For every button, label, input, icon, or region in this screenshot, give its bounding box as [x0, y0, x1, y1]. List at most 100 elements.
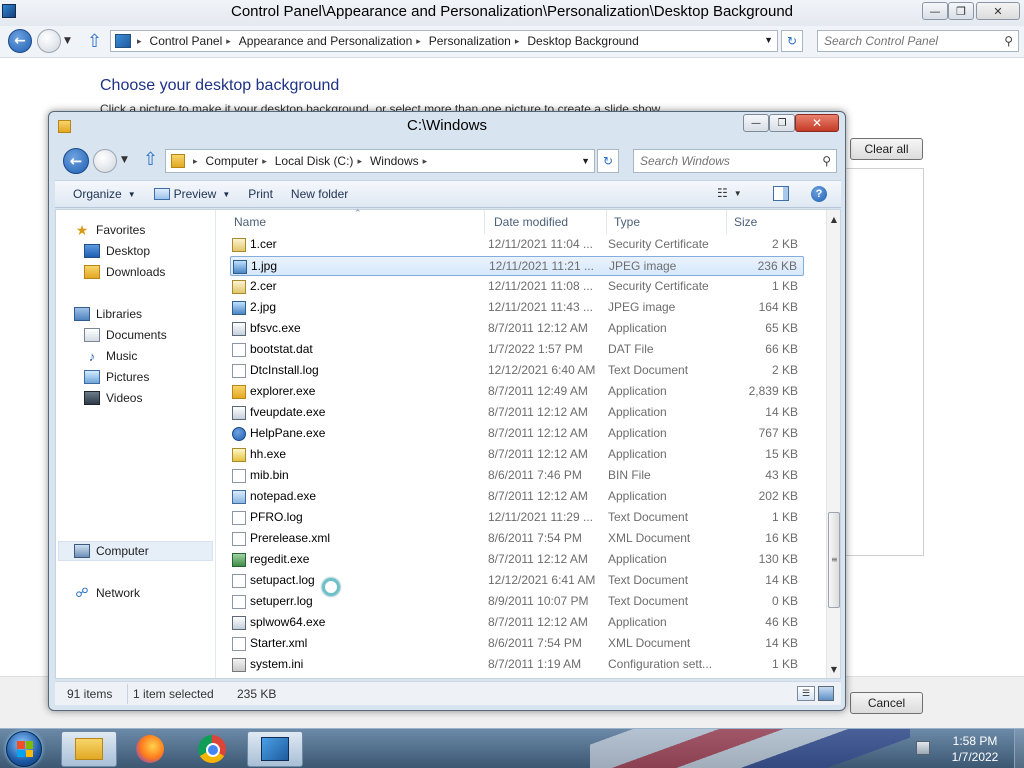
forward-button[interactable]	[93, 149, 117, 173]
show-desktop-button[interactable]	[1014, 729, 1024, 768]
minimize-button[interactable]: —	[922, 2, 948, 20]
taskbar-control-panel[interactable]	[247, 731, 303, 767]
breadcrumb-separator-icon[interactable]: ▸	[423, 156, 428, 167]
breadcrumb-separator-icon[interactable]: ▸	[262, 156, 267, 167]
breadcrumb-windows[interactable]: Windows	[370, 154, 419, 168]
file-row[interactable]: system.ini 8/7/2011 1:19 AM Configuration …	[230, 655, 804, 675]
address-bar[interactable]: ▸ Control Panel ▸ Appearance and Persona…	[110, 30, 778, 52]
nav-network[interactable]: ☍ Network	[74, 584, 140, 602]
column-divider[interactable]	[606, 210, 607, 234]
column-size[interactable]: Size	[734, 215, 757, 229]
breadcrumb-separator-icon[interactable]: ▸	[193, 156, 198, 167]
large-icons-view-icon[interactable]	[818, 686, 834, 701]
file-row[interactable]: Starter.xml 8/6/2011 7:54 PM XML Document 1…	[230, 634, 804, 654]
nav-music[interactable]: ♪ Music	[84, 347, 138, 365]
taskbar-windows-explorer[interactable]	[61, 731, 117, 767]
organize-button[interactable]: Organize ▼	[73, 187, 136, 201]
column-name[interactable]: Name	[234, 215, 266, 229]
nav-libraries[interactable]: Libraries	[74, 305, 142, 323]
breadcrumb-personalization[interactable]: Personalization	[429, 34, 511, 48]
refresh-icon[interactable]: ↻	[597, 149, 619, 173]
nav-pictures[interactable]: Pictures	[84, 368, 149, 386]
file-row[interactable]: PFRO.log 12/11/2021 11:29 ... Text Documen…	[230, 508, 804, 528]
column-divider[interactable]	[726, 210, 727, 234]
recent-pages-dropdown-icon[interactable]: ▼	[64, 36, 71, 46]
maximize-button[interactable]: ❐	[948, 2, 974, 20]
system-clock[interactable]: 1:58 PM 1/7/2022	[940, 733, 1010, 765]
column-divider[interactable]	[484, 210, 485, 234]
nav-computer[interactable]: Computer	[74, 542, 149, 560]
taskbar-firefox[interactable]	[122, 731, 178, 767]
vertical-scrollbar[interactable]: ▲ ≡ ▼	[826, 210, 840, 678]
picture-gallery[interactable]	[845, 168, 924, 556]
breadcrumb-local-disk[interactable]: Local Disk (C:)	[275, 154, 354, 168]
file-row[interactable]: explorer.exe 8/7/2011 12:49 AM Application…	[230, 382, 804, 402]
nav-favorites[interactable]: ★ Favorites	[74, 221, 146, 239]
back-button[interactable]: ←	[63, 148, 89, 174]
file-row[interactable]: Prerelease.xml 8/6/2011 7:54 PM XML Docume…	[230, 529, 804, 549]
breadcrumb-separator-icon[interactable]: ▸	[137, 36, 142, 47]
breadcrumb-separator-icon[interactable]: ▸	[416, 36, 421, 47]
change-view-button[interactable]: ☷ ▼	[717, 186, 742, 200]
new-folder-button[interactable]: New folder	[291, 187, 348, 201]
action-center-flag-icon[interactable]	[916, 741, 930, 755]
address-dropdown-icon[interactable]: ▼	[581, 156, 590, 166]
search-icon[interactable]: ⚲	[1004, 34, 1013, 48]
preview-pane-icon[interactable]	[773, 186, 789, 201]
breadcrumb-desktop-background[interactable]: Desktop Background	[527, 34, 638, 48]
file-row[interactable]: bfsvc.exe 8/7/2011 12:12 AM Application 65 …	[230, 319, 804, 339]
start-button[interactable]	[6, 731, 42, 767]
dialog-close-button[interactable]: ✕	[795, 114, 839, 132]
search-box[interactable]: ⚲	[817, 30, 1019, 52]
file-row[interactable]: 1.jpg 12/11/2021 11:21 ... JPEG image 236 K…	[230, 256, 804, 276]
search-input[interactable]	[640, 150, 810, 172]
nav-desktop[interactable]: Desktop	[84, 242, 150, 260]
file-row[interactable]: 1.cer 12/11/2021 11:04 ... Security Certif…	[230, 235, 804, 255]
breadcrumb-control-panel[interactable]: Control Panel	[150, 34, 223, 48]
breadcrumb-appearance[interactable]: Appearance and Personalization	[239, 34, 412, 48]
file-row[interactable]: splwow64.exe 8/7/2011 12:12 AM Application…	[230, 613, 804, 633]
search-input[interactable]	[824, 31, 994, 51]
help-icon[interactable]: ?	[811, 186, 827, 202]
forward-button[interactable]	[37, 29, 61, 53]
file-row[interactable]: HelpPane.exe 8/7/2011 12:12 AM Application…	[230, 424, 804, 444]
nav-downloads[interactable]: Downloads	[84, 263, 165, 281]
file-row[interactable]: 2.jpg 12/11/2021 11:43 ... JPEG image 164 K…	[230, 298, 804, 318]
cancel-button[interactable]: Cancel	[850, 692, 923, 714]
nav-videos[interactable]: Videos	[84, 389, 142, 407]
column-type[interactable]: Type	[614, 215, 640, 229]
file-row[interactable]: setuperr.log 8/9/2011 10:07 PM Text Docume…	[230, 592, 804, 612]
file-row[interactable]: 2.cer 12/11/2021 11:08 ... Security Certif…	[230, 277, 804, 297]
breadcrumb-separator-icon[interactable]: ▸	[515, 36, 520, 47]
taskbar-chrome[interactable]	[184, 731, 240, 767]
dialog-maximize-button[interactable]: ❐	[769, 114, 795, 132]
search-icon[interactable]: ⚲	[822, 154, 831, 168]
breadcrumb-separator-icon[interactable]: ▸	[357, 156, 362, 167]
nav-documents[interactable]: Documents	[84, 326, 167, 344]
scrollbar-thumb[interactable]: ≡	[828, 512, 840, 608]
scroll-up-arrow-icon[interactable]: ▲	[827, 212, 841, 226]
dialog-search-box[interactable]: ⚲	[633, 149, 837, 173]
file-row[interactable]: notepad.exe 8/7/2011 12:12 AM Application 2…	[230, 487, 804, 507]
column-date-modified[interactable]: Date modified	[494, 215, 568, 229]
file-row[interactable]: mib.bin 8/6/2011 7:46 PM BIN File 43 KB	[230, 466, 804, 486]
file-row[interactable]: bootstat.dat 1/7/2022 1:57 PM DAT File 66 K…	[230, 340, 804, 360]
file-row[interactable]: fveupdate.exe 8/7/2011 12:12 AM Applicatio…	[230, 403, 804, 423]
back-button[interactable]: ←	[8, 29, 32, 53]
file-row[interactable]: regedit.exe 8/7/2011 12:12 AM Application 1…	[230, 550, 804, 570]
print-button[interactable]: Print	[248, 187, 273, 201]
dialog-address-bar[interactable]: ▸ Computer ▸ Local Disk (C:) ▸ Windows ▸…	[165, 149, 595, 173]
preview-button[interactable]: Preview ▼	[153, 187, 230, 201]
details-view-icon[interactable]: ☰	[797, 686, 815, 701]
up-arrow-icon[interactable]: ⇧	[87, 31, 102, 52]
clear-all-button[interactable]: Clear all	[850, 138, 923, 160]
refresh-icon[interactable]: ↻	[781, 30, 803, 52]
scroll-down-arrow-icon[interactable]: ▼	[827, 662, 841, 676]
close-button[interactable]: ✕	[976, 2, 1020, 20]
recent-locations-dropdown-icon[interactable]: ▼	[121, 155, 128, 165]
address-dropdown-icon[interactable]: ▼	[764, 35, 773, 45]
file-row[interactable]: setupact.log 12/12/2021 6:41 AM Text Docum…	[230, 571, 804, 591]
breadcrumb-computer[interactable]: Computer	[206, 154, 259, 168]
file-row[interactable]: hh.exe 8/7/2011 12:12 AM Application 15 KB	[230, 445, 804, 465]
file-row[interactable]: DtcInstall.log 12/12/2021 6:40 AM Text Doc…	[230, 361, 804, 381]
